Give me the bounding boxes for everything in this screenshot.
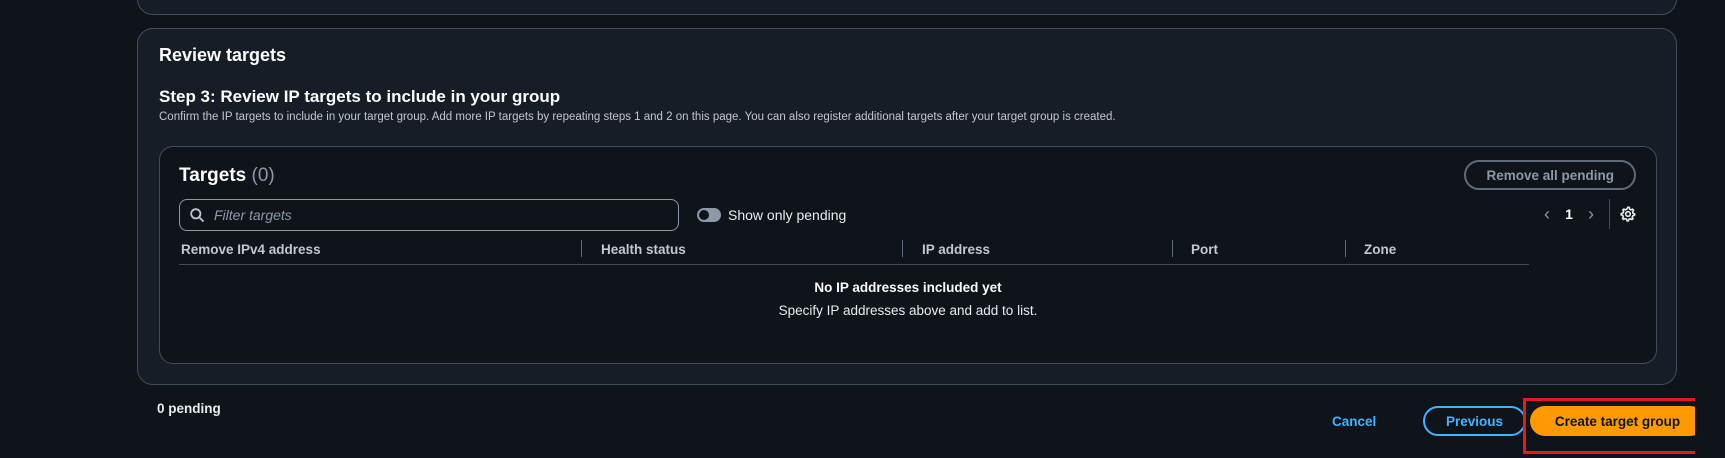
left-margin [0,0,120,458]
targets-table-container: Targets (0) Remove all pending Show only… [159,146,1657,364]
column-divider[interactable] [581,240,582,257]
toggle-switch[interactable] [697,208,721,222]
filter-targets-input[interactable] [214,207,654,223]
right-margin [1695,0,1725,458]
column-header-ip-address[interactable]: IP address [922,233,990,265]
column-header-port[interactable]: Port [1191,233,1218,265]
show-only-pending-label: Show only pending [728,207,847,223]
column-divider[interactable] [902,240,903,257]
settings-button[interactable] [1620,206,1636,222]
column-divider[interactable] [1172,240,1173,257]
targets-count: (0) [251,165,275,186]
review-targets-panel: Review targets Step 3: Review IP targets… [137,28,1677,385]
empty-state-subtitle: Specify IP addresses above and add to li… [778,303,1038,318]
column-header-health-status[interactable]: Health status [601,233,686,265]
show-only-pending-toggle[interactable]: Show only pending [697,205,846,225]
pagination: ‹ 1 › [1537,198,1636,230]
filter-targets-field[interactable] [179,199,679,231]
targets-heading: Targets (0) [179,165,275,187]
column-header-zone[interactable]: Zone [1364,233,1396,265]
toggle-knob [699,210,709,220]
page: Review targets Step 3: Review IP targets… [0,0,1725,458]
column-header-remove-ipv4[interactable]: Remove IPv4 address [181,233,321,265]
table-header: Remove IPv4 address Health status IP add… [179,233,1529,265]
highlight-box [1523,398,1712,454]
gear-icon [1620,206,1636,222]
empty-state-title: No IP addresses included yet [814,280,1002,295]
column-divider[interactable] [1345,240,1346,257]
step-3-title: Step 3: Review IP targets to include in … [159,87,561,106]
remove-all-pending-button[interactable]: Remove all pending [1464,160,1636,190]
chevron-right-icon[interactable]: › [1581,204,1601,225]
review-targets-title: Review targets [159,45,287,65]
chevron-left-icon[interactable]: ‹ [1537,204,1557,225]
page-number[interactable]: 1 [1557,206,1581,222]
step-3-description: Confirm the IP targets to include in you… [159,111,1116,123]
cancel-button[interactable]: Cancel [1332,409,1376,433]
targets-heading-label: Targets [179,165,247,186]
previous-button[interactable]: Previous [1423,406,1526,436]
search-icon [190,208,204,222]
pending-count: 0 pending [157,401,221,416]
pager-divider [1609,199,1610,229]
previous-section-panel [137,0,1677,15]
